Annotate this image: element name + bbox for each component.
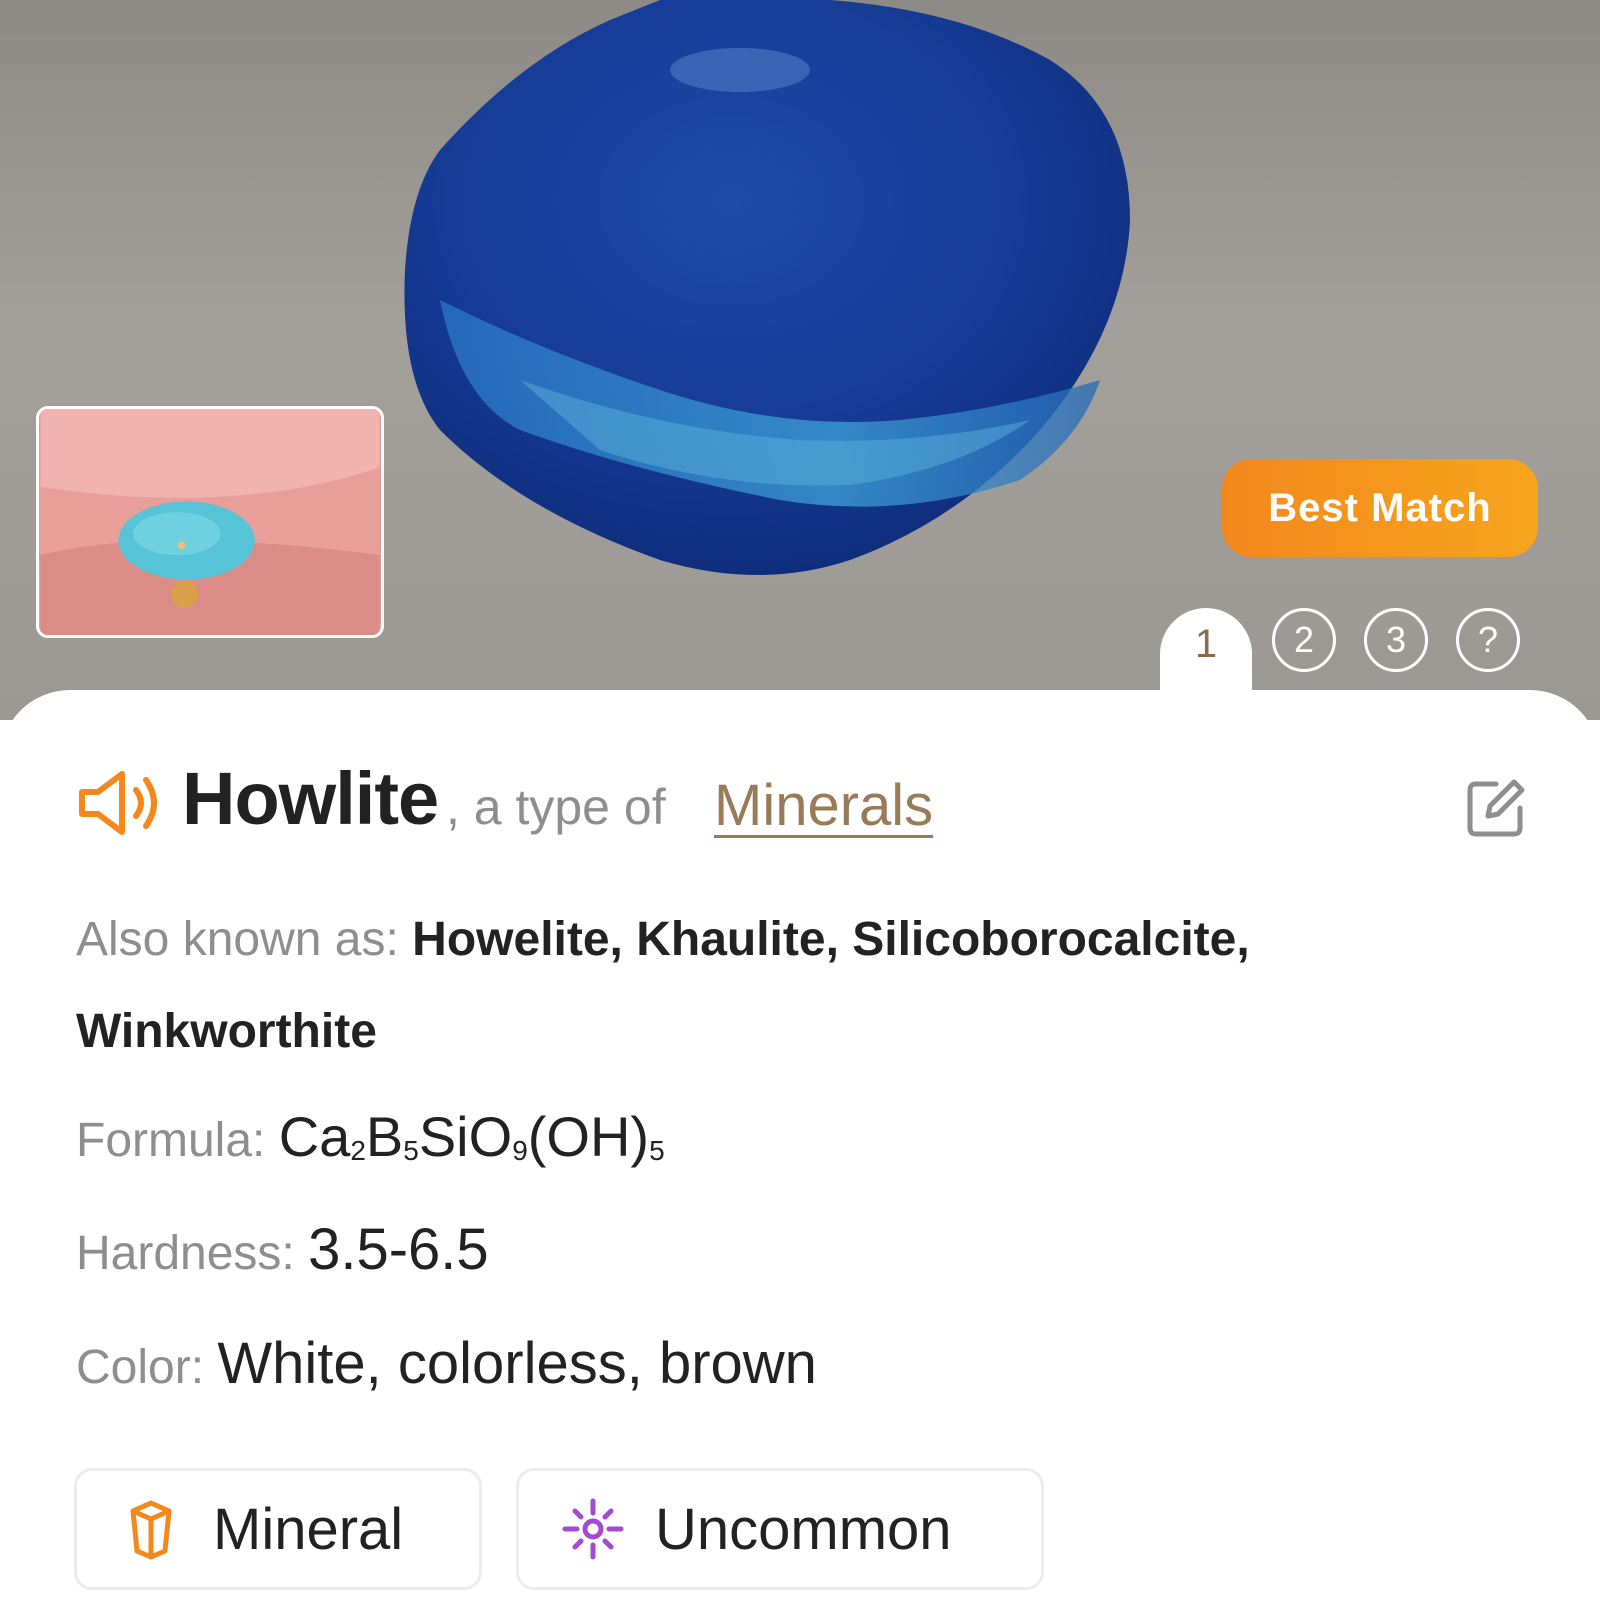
also-known-as-value-cont: Winkworthite bbox=[76, 1005, 377, 1058]
tab-match-help[interactable]: ? bbox=[1456, 608, 1520, 672]
match-tabs: 1 2 3 ? bbox=[0, 608, 1600, 720]
hardness-label: Hardness: bbox=[76, 1227, 309, 1280]
also-known-as-label: Also known as: bbox=[76, 913, 413, 966]
color-label: Color: bbox=[76, 1341, 218, 1394]
mineral-chip[interactable]: Mineral bbox=[74, 1468, 482, 1590]
also-known-as-value: Howelite, Khaulite, Silicoborocalcite, bbox=[412, 913, 1250, 966]
speaker-icon[interactable] bbox=[76, 768, 162, 838]
type-of-text: , a type of bbox=[446, 779, 666, 835]
hardness-row: Hardness: 3.5-6.5 bbox=[76, 1216, 489, 1283]
tab-match-3[interactable]: 3 bbox=[1364, 608, 1428, 672]
formula-label: Formula: bbox=[76, 1114, 279, 1167]
hardness-value: 3.5-6.5 bbox=[308, 1217, 489, 1282]
mineral-name: Howlite bbox=[182, 757, 439, 840]
formula-row: Formula: Ca2B5SiO9(OH)5 bbox=[76, 1104, 665, 1169]
color-row: Color: White, colorless, brown bbox=[76, 1330, 817, 1397]
best-match-badge: Best Match bbox=[1222, 459, 1538, 557]
stone-photo bbox=[404, 0, 1130, 575]
mineral-chip-label: Mineral bbox=[213, 1496, 404, 1562]
color-value: White, colorless, brown bbox=[217, 1331, 817, 1396]
crystal-icon bbox=[130, 1500, 172, 1560]
sparkle-icon bbox=[562, 1498, 624, 1560]
formula-value: Ca2B5SiO9(OH)5 bbox=[278, 1105, 665, 1168]
also-known-as: Also known as: Howelite, Khaulite, Silic… bbox=[76, 912, 1250, 967]
rarity-chip-label: Uncommon bbox=[655, 1496, 952, 1562]
rarity-chip[interactable]: Uncommon bbox=[516, 1468, 1044, 1590]
edit-icon[interactable] bbox=[1466, 778, 1526, 838]
user-photo-thumbnail[interactable] bbox=[36, 406, 384, 638]
category-link[interactable]: Minerals bbox=[714, 772, 933, 839]
tab-match-1[interactable]: 1 bbox=[1160, 608, 1252, 720]
tab-match-2[interactable]: 2 bbox=[1272, 608, 1336, 672]
